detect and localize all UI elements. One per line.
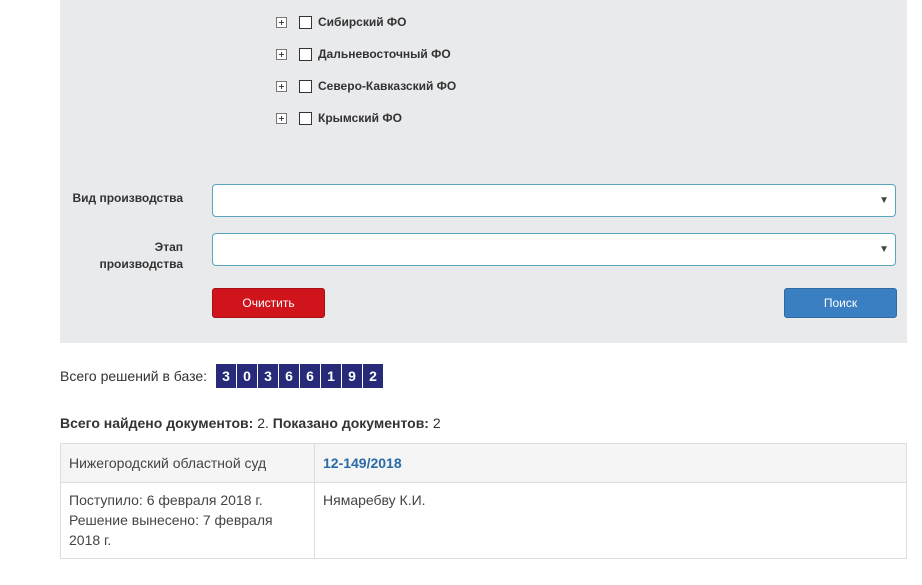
counter-digit: 3 bbox=[216, 364, 237, 388]
dropdown-caret-icon: ▼ bbox=[879, 195, 889, 206]
counter-digit: 0 bbox=[237, 364, 258, 388]
received-date: Поступило: 6 февраля 2018 г. bbox=[69, 492, 263, 508]
tree-item-far-eastern: Дальневосточный ФО bbox=[276, 44, 451, 64]
expand-plus-icon[interactable] bbox=[276, 16, 287, 28]
counter-digit: 6 bbox=[300, 364, 321, 388]
tree-item-north-caucasian: Северо-Кавказский ФО bbox=[276, 76, 456, 96]
district-label: Северо-Кавказский ФО bbox=[318, 79, 457, 93]
expand-plus-icon[interactable] bbox=[276, 48, 287, 60]
search-button[interactable]: Поиск bbox=[784, 288, 897, 318]
total-decisions-counter: Всего решений в базе: 3 0 3 6 6 1 9 2 bbox=[60, 364, 384, 388]
decision-date: Решение вынесено: 7 февраля 2018 г. bbox=[69, 512, 273, 548]
filter-panel: Сибирский ФО Дальневосточный ФО Северо-К… bbox=[60, 0, 907, 343]
shown-label: Показано документов: bbox=[272, 415, 429, 431]
result-header-row: Нижегородский областной суд 12-149/2018 bbox=[60, 443, 907, 483]
case-number-cell: 12-149/2018 bbox=[314, 443, 907, 483]
proceeding-type-select[interactable]: ▼ bbox=[212, 184, 896, 217]
case-number-link[interactable]: 12-149/2018 bbox=[323, 455, 402, 471]
proceeding-stage-label: Этап производства bbox=[60, 239, 183, 273]
proceeding-stage-label-line1: Этап bbox=[154, 240, 183, 254]
district-label: Крымский ФО bbox=[318, 111, 402, 125]
district-checkbox[interactable] bbox=[299, 47, 312, 61]
total-decisions-label: Всего решений в базе: bbox=[60, 368, 208, 384]
expand-plus-icon[interactable] bbox=[276, 112, 287, 124]
found-value: 2. bbox=[253, 415, 273, 431]
counter-digit: 9 bbox=[342, 364, 363, 388]
expand-plus-icon[interactable] bbox=[276, 80, 287, 92]
tree-item-crimean: Крымский ФО bbox=[276, 108, 402, 128]
counter-digit: 1 bbox=[321, 364, 342, 388]
tree-item-siberian: Сибирский ФО bbox=[276, 12, 407, 32]
case-party: Нямаребву К.И. bbox=[314, 482, 907, 559]
proceeding-stage-select[interactable]: ▼ bbox=[212, 233, 896, 266]
district-checkbox[interactable] bbox=[299, 111, 312, 125]
search-summary: Всего найдено документов: 2. Показано до… bbox=[60, 415, 441, 431]
counter-digit: 3 bbox=[258, 364, 279, 388]
district-label: Дальневосточный ФО bbox=[318, 47, 451, 61]
found-label: Всего найдено документов: bbox=[60, 415, 254, 431]
shown-value: 2 bbox=[428, 415, 441, 431]
district-checkbox[interactable] bbox=[299, 79, 312, 93]
clear-button[interactable]: Очистить bbox=[212, 288, 325, 318]
results-table: Нижегородский областной суд 12-149/2018 … bbox=[60, 443, 907, 559]
result-detail-row: Поступило: 6 февраля 2018 г. Решение вын… bbox=[60, 482, 907, 559]
dropdown-caret-icon: ▼ bbox=[879, 244, 889, 255]
proceeding-stage-label-line2: производства bbox=[99, 257, 183, 271]
case-dates: Поступило: 6 февраля 2018 г. Решение вын… bbox=[60, 482, 315, 559]
court-name: Нижегородский областной суд bbox=[60, 443, 315, 483]
counter-digit: 2 bbox=[363, 364, 384, 388]
district-label: Сибирский ФО bbox=[318, 15, 407, 29]
counter-digit: 6 bbox=[279, 364, 300, 388]
proceeding-type-label: Вид производства bbox=[72, 191, 183, 205]
district-checkbox[interactable] bbox=[299, 15, 312, 29]
